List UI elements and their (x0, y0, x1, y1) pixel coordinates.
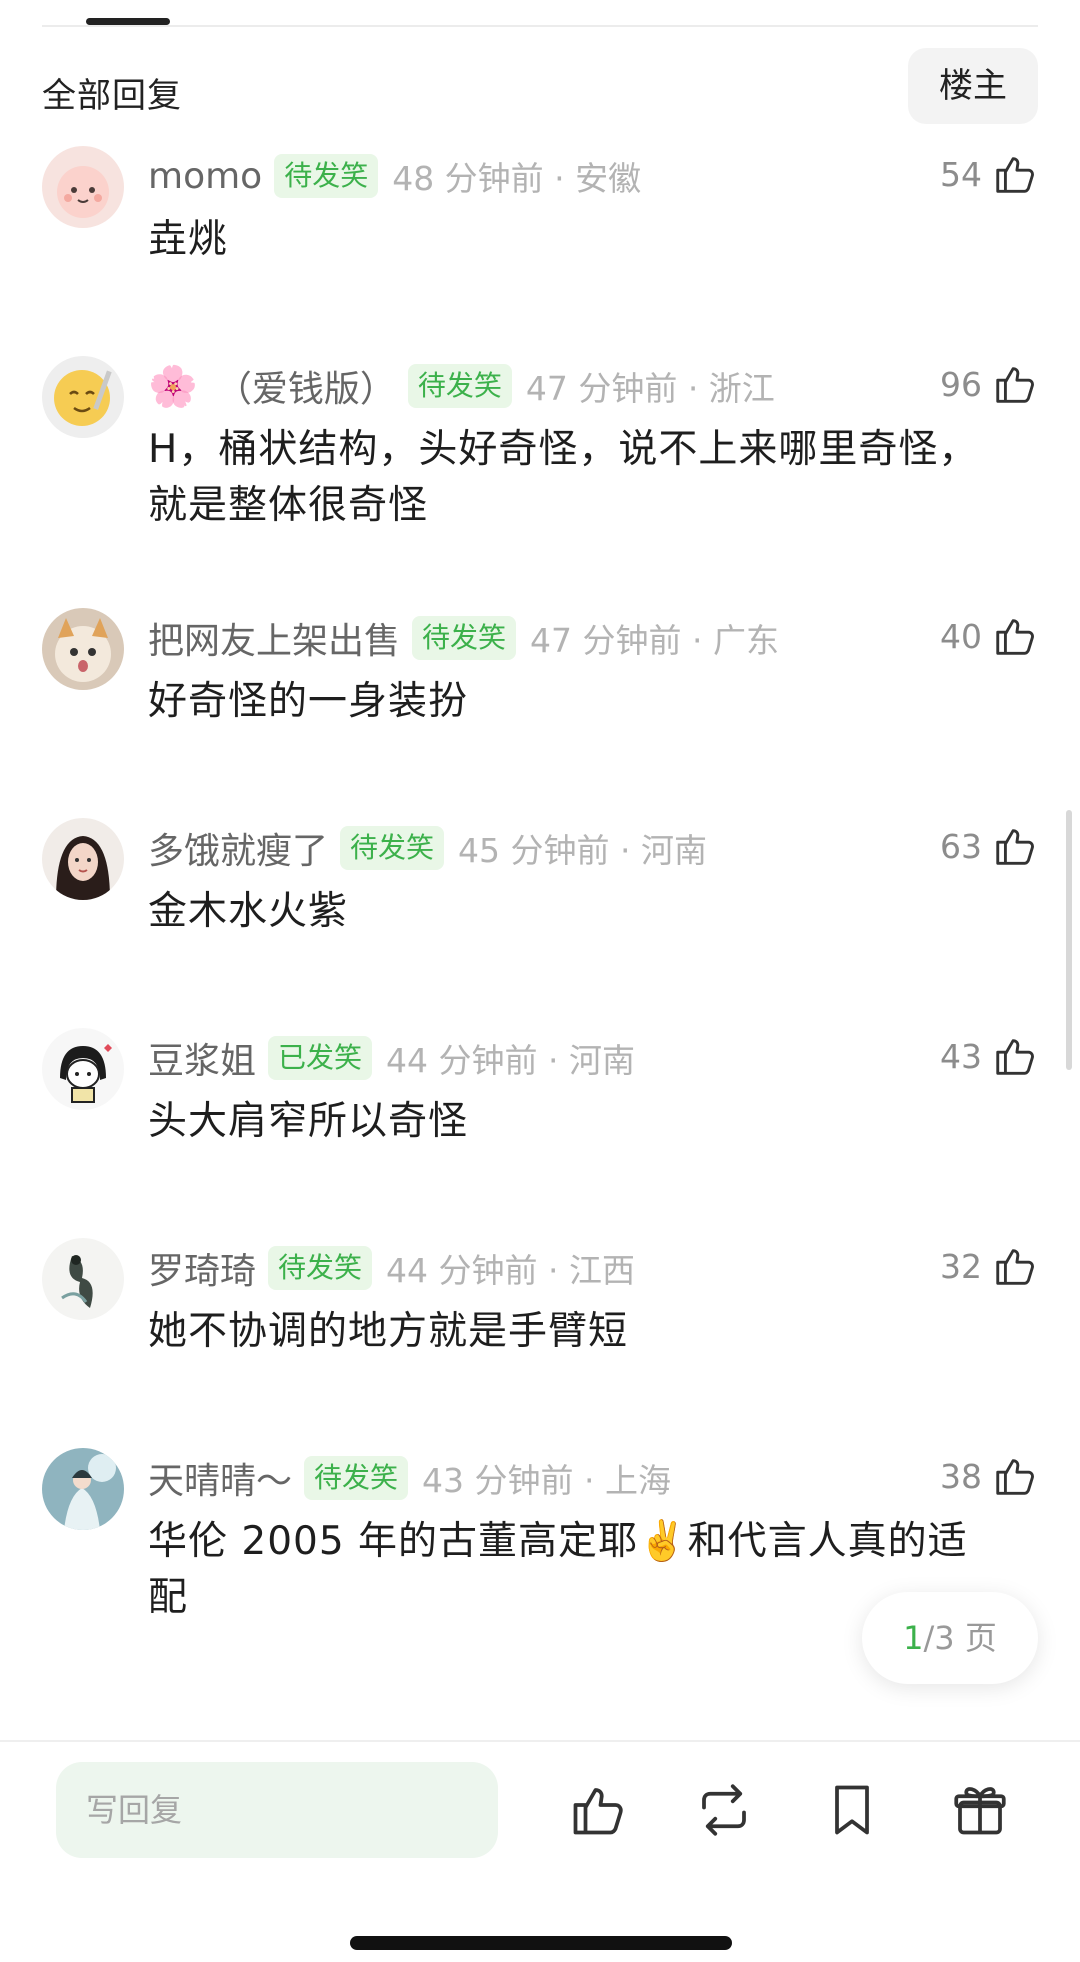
username[interactable]: 罗琦琦 (148, 1242, 256, 1294)
like-count: 32 (940, 1246, 982, 1286)
comment-item: 豆浆姐 已发笑 44 分钟前 · 河南 43 头大肩窄所以奇怪 (0, 1024, 1080, 1234)
like-button[interactable]: 32 (940, 1238, 1038, 1294)
thumbs-up-icon (996, 1459, 1034, 1495)
time-location: 43 分钟前 · 上海 (422, 1461, 671, 1500)
like-button[interactable]: 54 (940, 146, 1038, 202)
comment-text: 她不协调的地方就是手臂短 (148, 1309, 629, 1354)
gift-icon (954, 1787, 1006, 1835)
owner-filter-button[interactable]: 楼主 (908, 48, 1038, 124)
comment-text: H，桶状结构，头好奇怪，说不上来哪里奇怪，就是整体很奇怪 (148, 427, 979, 528)
avatar[interactable] (42, 1238, 124, 1320)
reply-input[interactable] (56, 1762, 498, 1858)
status-badge: 待发笑 (268, 1246, 373, 1290)
like-action-button[interactable] (568, 1780, 628, 1840)
comment-item: 罗琦琦 待发笑 44 分钟前 · 江西 32 她不协调的地方就是手臂短 (0, 1234, 1080, 1444)
repost-icon (702, 1784, 746, 1836)
replies-header: 全部回复 楼主 (42, 48, 1038, 128)
time-location: 47 分钟前 · 广东 (530, 621, 779, 660)
page-current: 1 (903, 1619, 924, 1657)
like-count: 38 (940, 1456, 982, 1496)
bottom-divider (0, 1740, 1080, 1742)
page-indicator[interactable]: 1/3 页 (862, 1592, 1038, 1684)
time-location: 44 分钟前 · 河南 (386, 1041, 635, 1080)
repost-action-button[interactable] (694, 1780, 754, 1840)
sheet-handle[interactable] (86, 18, 170, 25)
username[interactable]: 把网友上架出售 (148, 612, 400, 664)
comment-meta: 多饿就瘦了 待发笑 45 分钟前 · 河南 (148, 820, 1038, 876)
comment-meta: 把网友上架出售 待发笑 47 分钟前 · 广东 (148, 610, 1038, 666)
comment-meta: 豆浆姐 已发笑 44 分钟前 · 河南 (148, 1030, 1038, 1086)
status-badge: 待发笑 (304, 1456, 409, 1500)
comment-text: 头大肩窄所以奇怪 (148, 1099, 469, 1144)
username[interactable]: 豆浆姐 (148, 1032, 256, 1084)
comment-list: momo 待发笑 48 分钟前 · 安徽 54 垚烑 🌸 （爱钱版） 待发笑 4… (0, 142, 1080, 1696)
like-count: 96 (940, 364, 982, 404)
time-location: 48 分钟前 · 安徽 (392, 159, 642, 198)
avatar[interactable] (42, 146, 124, 228)
thumbs-up-icon (573, 1788, 623, 1835)
avatar[interactable] (42, 1448, 124, 1530)
status-badge: 待发笑 (340, 826, 445, 870)
like-count: 40 (940, 616, 982, 656)
username[interactable]: 多饿就瘦了 (148, 822, 328, 874)
bookmark-icon (835, 1785, 869, 1835)
comment-item: momo 待发笑 48 分钟前 · 安徽 54 垚烑 (0, 142, 1080, 352)
thumbs-up-icon (996, 829, 1034, 865)
comment-meta: 🌸 （爱钱版） 待发笑 47 分钟前 · 浙江 (148, 358, 1038, 414)
comment-meta: 罗琦琦 待发笑 44 分钟前 · 江西 (148, 1240, 1038, 1296)
avatar[interactable] (42, 608, 124, 690)
status-badge: 待发笑 (274, 154, 379, 198)
comment-text: 金木水火紫 (148, 889, 349, 934)
home-indicator[interactable] (350, 1936, 732, 1950)
time-location: 45 分钟前 · 河南 (458, 831, 707, 870)
gift-action-button[interactable] (950, 1780, 1010, 1840)
comment-item: 🌸 （爱钱版） 待发笑 47 分钟前 · 浙江 96 H，桶状结构，头好奇怪，说… (0, 352, 1080, 604)
thumbs-up-icon (996, 157, 1034, 193)
time-location: 44 分钟前 · 江西 (386, 1251, 635, 1290)
like-count: 54 (940, 154, 982, 194)
status-badge: 已发笑 (268, 1036, 373, 1080)
thumbs-up-icon (996, 619, 1034, 655)
username[interactable]: 天晴晴～ (148, 1452, 292, 1504)
bookmark-action-button[interactable] (822, 1780, 882, 1840)
page-total: /3 页 (923, 1619, 997, 1657)
status-badge: 待发笑 (407, 364, 512, 408)
comment-item: 多饿就瘦了 待发笑 45 分钟前 · 河南 63 金木水火紫 (0, 814, 1080, 1024)
like-button[interactable]: 96 (940, 356, 1038, 412)
comment-meta: momo 待发笑 48 分钟前 · 安徽 (148, 148, 1038, 204)
like-button[interactable]: 63 (940, 818, 1038, 874)
comment-meta: 天晴晴～ 待发笑 43 分钟前 · 上海 (148, 1450, 1038, 1506)
section-title: 全部回复 (42, 76, 182, 116)
like-button[interactable]: 38 (940, 1448, 1038, 1504)
like-button[interactable]: 40 (940, 608, 1038, 664)
like-count: 63 (940, 826, 982, 866)
thumbs-up-icon (996, 1039, 1034, 1075)
comment-text: 好奇怪的一身装扮 (148, 679, 469, 724)
flower-emoji-icon: 🌸 (148, 363, 198, 410)
avatar[interactable] (42, 1028, 124, 1110)
time-location: 47 分钟前 · 浙江 (525, 369, 775, 408)
avatar[interactable] (42, 356, 124, 438)
username[interactable]: momo (148, 156, 262, 197)
like-button[interactable]: 43 (940, 1028, 1038, 1084)
status-badge: 待发笑 (412, 616, 517, 660)
like-count: 43 (940, 1036, 982, 1076)
avatar[interactable] (42, 818, 124, 900)
scrollbar[interactable] (1066, 810, 1072, 1070)
thumbs-up-icon (996, 1249, 1034, 1285)
top-divider (42, 25, 1038, 27)
username[interactable]: （爱钱版） (216, 360, 396, 412)
thumbs-up-icon (996, 367, 1034, 403)
comment-item: 把网友上架出售 待发笑 47 分钟前 · 广东 40 好奇怪的一身装扮 (0, 604, 1080, 814)
comment-text: 垚烑 (148, 217, 229, 262)
